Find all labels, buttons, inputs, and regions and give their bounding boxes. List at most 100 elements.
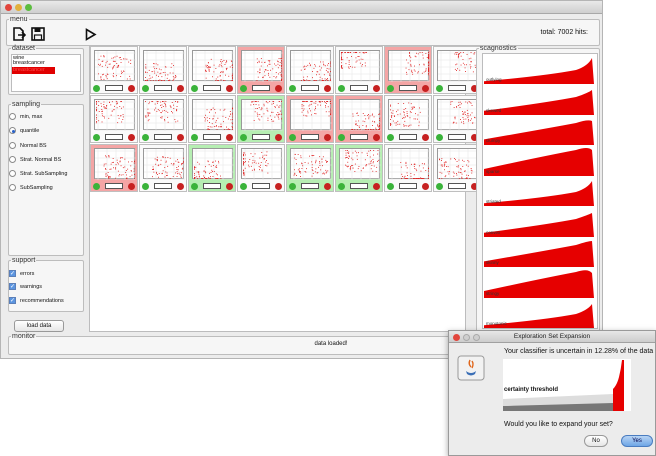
accept-dot-icon[interactable] — [191, 183, 198, 190]
new-document-icon[interactable] — [12, 27, 26, 41]
accept-dot-icon[interactable] — [93, 85, 100, 92]
reject-dot-icon[interactable] — [226, 183, 233, 190]
accept-dot-icon[interactable] — [191, 85, 198, 92]
scatterplot-cell[interactable] — [237, 95, 285, 143]
dataset-item-selected[interactable]: breastcancer — [12, 67, 55, 74]
accept-dot-icon[interactable] — [289, 183, 296, 190]
reject-dot-icon[interactable] — [422, 85, 429, 92]
radio-button[interactable] — [9, 170, 16, 177]
load-data-button[interactable]: load data — [14, 320, 64, 332]
scatterplot-cell[interactable] — [286, 46, 334, 94]
scatterplot-cell[interactable] — [335, 46, 383, 94]
accept-dot-icon[interactable] — [387, 134, 394, 141]
scatterplot-cell[interactable] — [188, 95, 236, 143]
scatterplot-cell[interactable] — [384, 46, 432, 94]
accept-dot-icon[interactable] — [240, 85, 247, 92]
reject-dot-icon[interactable] — [324, 183, 331, 190]
accept-dot-icon[interactable] — [338, 183, 345, 190]
reject-dot-icon[interactable] — [128, 134, 135, 141]
scatterplot-cell[interactable] — [139, 95, 187, 143]
close-window-button[interactable] — [5, 4, 12, 11]
radio-button[interactable] — [9, 184, 16, 191]
scatterplot-cell[interactable] — [90, 95, 138, 143]
accept-dot-icon[interactable] — [387, 85, 394, 92]
reject-dot-icon[interactable] — [422, 134, 429, 141]
sampling-option-strat-normal-bs[interactable]: Strat. Normal BS — [9, 156, 61, 163]
sampling-option-strat-subsampling[interactable]: Strat. SubSampling — [9, 170, 67, 177]
minimize-window-button[interactable] — [463, 334, 470, 341]
checkmark-icon[interactable]: ✓ — [9, 270, 16, 277]
support-warnings-checkbox[interactable]: ✓ warnings — [9, 283, 42, 290]
reject-dot-icon[interactable] — [373, 134, 380, 141]
dataset-list[interactable]: wine breastcancer breastcancer — [11, 54, 81, 92]
accept-dot-icon[interactable] — [436, 134, 443, 141]
no-button[interactable]: No — [584, 435, 608, 447]
scatterplot-cell[interactable] — [384, 95, 432, 143]
save-icon[interactable] — [31, 27, 45, 41]
scatterplot-cell[interactable] — [433, 95, 481, 143]
accept-dot-icon[interactable] — [93, 183, 100, 190]
reject-dot-icon[interactable] — [226, 85, 233, 92]
scatterplot-cell[interactable] — [335, 95, 383, 143]
scatterplot-cell[interactable] — [139, 144, 187, 192]
accept-dot-icon[interactable] — [436, 183, 443, 190]
sampling-option-subsampling[interactable]: SubSampling — [9, 184, 53, 191]
support-errors-checkbox[interactable]: ✓ errors — [9, 270, 34, 277]
scatterplot-cell[interactable] — [90, 46, 138, 94]
reject-dot-icon[interactable] — [373, 183, 380, 190]
yes-button[interactable]: Yes — [621, 435, 653, 447]
radio-button[interactable] — [9, 142, 16, 149]
close-window-button[interactable] — [453, 334, 460, 341]
sampling-option-min-max[interactable]: min, max — [9, 113, 42, 120]
reject-dot-icon[interactable] — [275, 134, 282, 141]
reject-dot-icon[interactable] — [177, 183, 184, 190]
scatterplot-cell[interactable] — [384, 144, 432, 192]
sampling-option-normal-bs[interactable]: Normal BS — [9, 142, 47, 149]
accept-dot-icon[interactable] — [338, 134, 345, 141]
accept-dot-icon[interactable] — [142, 183, 149, 190]
scatterplot-cell[interactable] — [335, 144, 383, 192]
sampling-option-quantile[interactable]: quantile — [9, 127, 39, 134]
scatterplot-cell[interactable] — [286, 144, 334, 192]
accept-dot-icon[interactable] — [289, 134, 296, 141]
reject-dot-icon[interactable] — [422, 183, 429, 190]
accept-dot-icon[interactable] — [240, 183, 247, 190]
radio-button-selected[interactable] — [9, 127, 16, 134]
scatterplot-cell[interactable] — [90, 144, 138, 192]
accept-dot-icon[interactable] — [142, 134, 149, 141]
radio-button[interactable] — [9, 156, 16, 163]
reject-dot-icon[interactable] — [226, 134, 233, 141]
reject-dot-icon[interactable] — [373, 85, 380, 92]
accept-dot-icon[interactable] — [191, 134, 198, 141]
accept-dot-icon[interactable] — [289, 85, 296, 92]
minimize-window-button[interactable] — [15, 4, 22, 11]
scatterplot-cell[interactable] — [237, 144, 285, 192]
radio-button[interactable] — [9, 113, 16, 120]
scatterplot-cell[interactable] — [188, 46, 236, 94]
accept-dot-icon[interactable] — [93, 134, 100, 141]
play-icon[interactable] — [85, 28, 97, 41]
scatterplot-cell[interactable] — [139, 46, 187, 94]
scatterplot-cell[interactable] — [433, 46, 481, 94]
reject-dot-icon[interactable] — [324, 134, 331, 141]
reject-dot-icon[interactable] — [275, 85, 282, 92]
reject-dot-icon[interactable] — [128, 183, 135, 190]
reject-dot-icon[interactable] — [324, 85, 331, 92]
checkmark-icon[interactable]: ✓ — [9, 297, 16, 304]
scatterplot-cell[interactable] — [237, 46, 285, 94]
zoom-window-button[interactable] — [25, 4, 32, 11]
reject-dot-icon[interactable] — [128, 85, 135, 92]
accept-dot-icon[interactable] — [240, 134, 247, 141]
reject-dot-icon[interactable] — [275, 183, 282, 190]
reject-dot-icon[interactable] — [177, 85, 184, 92]
scatterplot-cell[interactable] — [286, 95, 334, 143]
dataset-item-breastcancer[interactable]: breastcancer — [12, 60, 80, 66]
accept-dot-icon[interactable] — [142, 85, 149, 92]
zoom-window-button[interactable] — [473, 334, 480, 341]
accept-dot-icon[interactable] — [436, 85, 443, 92]
accept-dot-icon[interactable] — [338, 85, 345, 92]
reject-dot-icon[interactable] — [177, 134, 184, 141]
accept-dot-icon[interactable] — [387, 183, 394, 190]
scatterplot-cell[interactable] — [188, 144, 236, 192]
support-recommendations-checkbox[interactable]: ✓ recommendations — [9, 297, 64, 304]
